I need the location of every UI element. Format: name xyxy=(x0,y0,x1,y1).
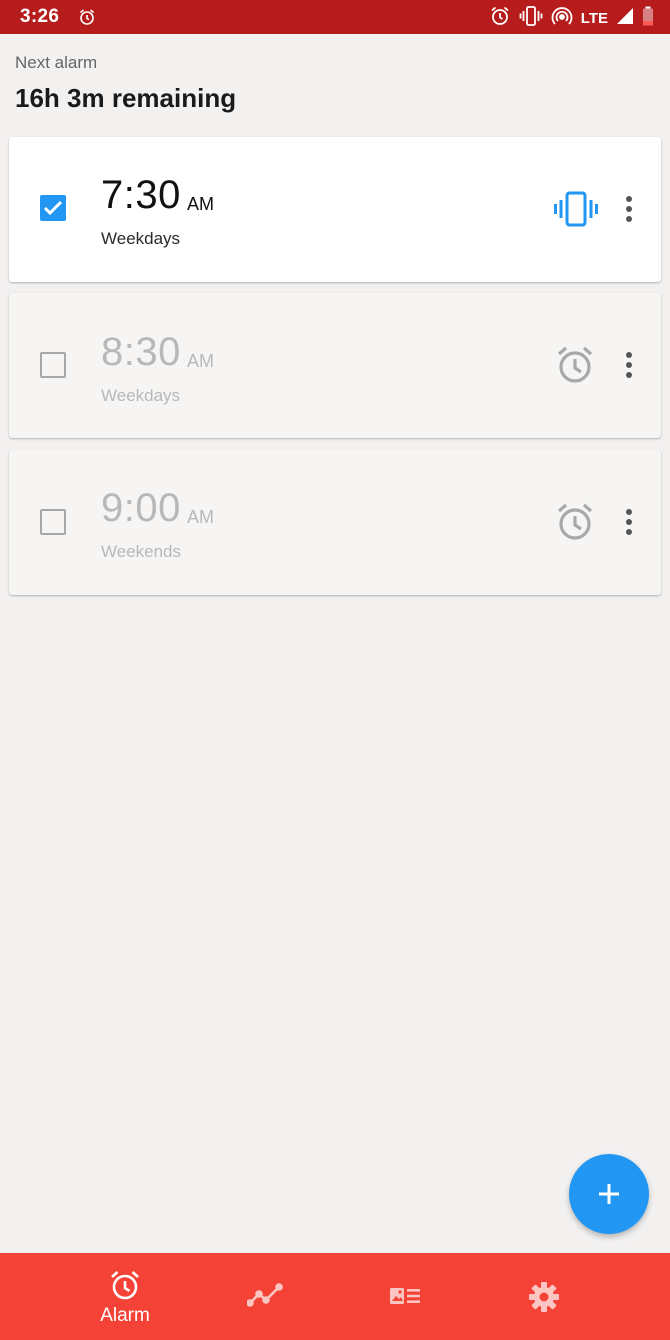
plus-icon xyxy=(599,1184,619,1204)
signal-icon xyxy=(616,7,634,30)
network-type: LTE xyxy=(580,10,608,27)
trend-chart-icon xyxy=(246,1283,283,1312)
alarm-enabled-checkbox[interactable] xyxy=(40,352,66,378)
status-time: 3:26 xyxy=(20,6,60,27)
nav-item-news[interactable] xyxy=(345,1253,465,1340)
alarm-days: Weekdays xyxy=(101,229,181,248)
alarm-ampm: AM xyxy=(187,507,214,527)
news-card-icon xyxy=(389,1287,421,1310)
alarm-enabled-checkbox[interactable] xyxy=(40,195,66,221)
status-bar: 3:26 LTE xyxy=(0,0,670,34)
alarm-card[interactable]: 7:30 AM Weekdays xyxy=(9,137,661,282)
nav-item-settings[interactable] xyxy=(485,1253,605,1340)
gear-icon xyxy=(528,1281,560,1318)
status-icons: LTE xyxy=(489,5,654,32)
status-alarm-icon xyxy=(78,8,96,31)
next-alarm-label: Next alarm xyxy=(15,53,98,72)
alarm-days: Weekends xyxy=(101,542,182,561)
battery-icon xyxy=(642,6,654,31)
alarm-clock-icon[interactable] xyxy=(555,344,595,391)
alarm-clock-icon xyxy=(109,1269,141,1306)
nav-label-alarm: Alarm xyxy=(100,1305,150,1326)
hotspot-icon xyxy=(551,5,573,32)
alarm-card[interactable]: 8:30 AM Weekdays xyxy=(9,293,661,438)
alarm-enabled-checkbox[interactable] xyxy=(40,509,66,535)
more-options-icon[interactable] xyxy=(621,507,637,537)
alarm-time: 9:00 xyxy=(101,486,181,530)
alarm-ampm: AM xyxy=(187,351,214,371)
time-remaining: 16h 3m remaining xyxy=(15,83,237,113)
alarm-ampm: AM xyxy=(187,194,214,214)
nav-item-stats[interactable] xyxy=(205,1253,325,1340)
vibrate-icon[interactable] xyxy=(553,190,599,233)
alarm-time: 7:30 xyxy=(101,173,181,217)
nav-item-alarm[interactable]: Alarm xyxy=(65,1253,185,1340)
vibrate-icon xyxy=(519,5,543,32)
alarm-days: Weekdays xyxy=(101,386,181,405)
more-options-icon[interactable] xyxy=(621,350,637,380)
alarm-time: 8:30 xyxy=(101,330,181,374)
bottom-navigation: Alarm xyxy=(0,1253,670,1340)
alarm-icon xyxy=(489,5,511,32)
alarm-card[interactable]: 9:00 AM Weekends xyxy=(9,450,661,595)
more-options-icon[interactable] xyxy=(621,194,637,224)
add-alarm-button[interactable] xyxy=(569,1154,649,1234)
alarm-clock-icon[interactable] xyxy=(555,501,595,548)
